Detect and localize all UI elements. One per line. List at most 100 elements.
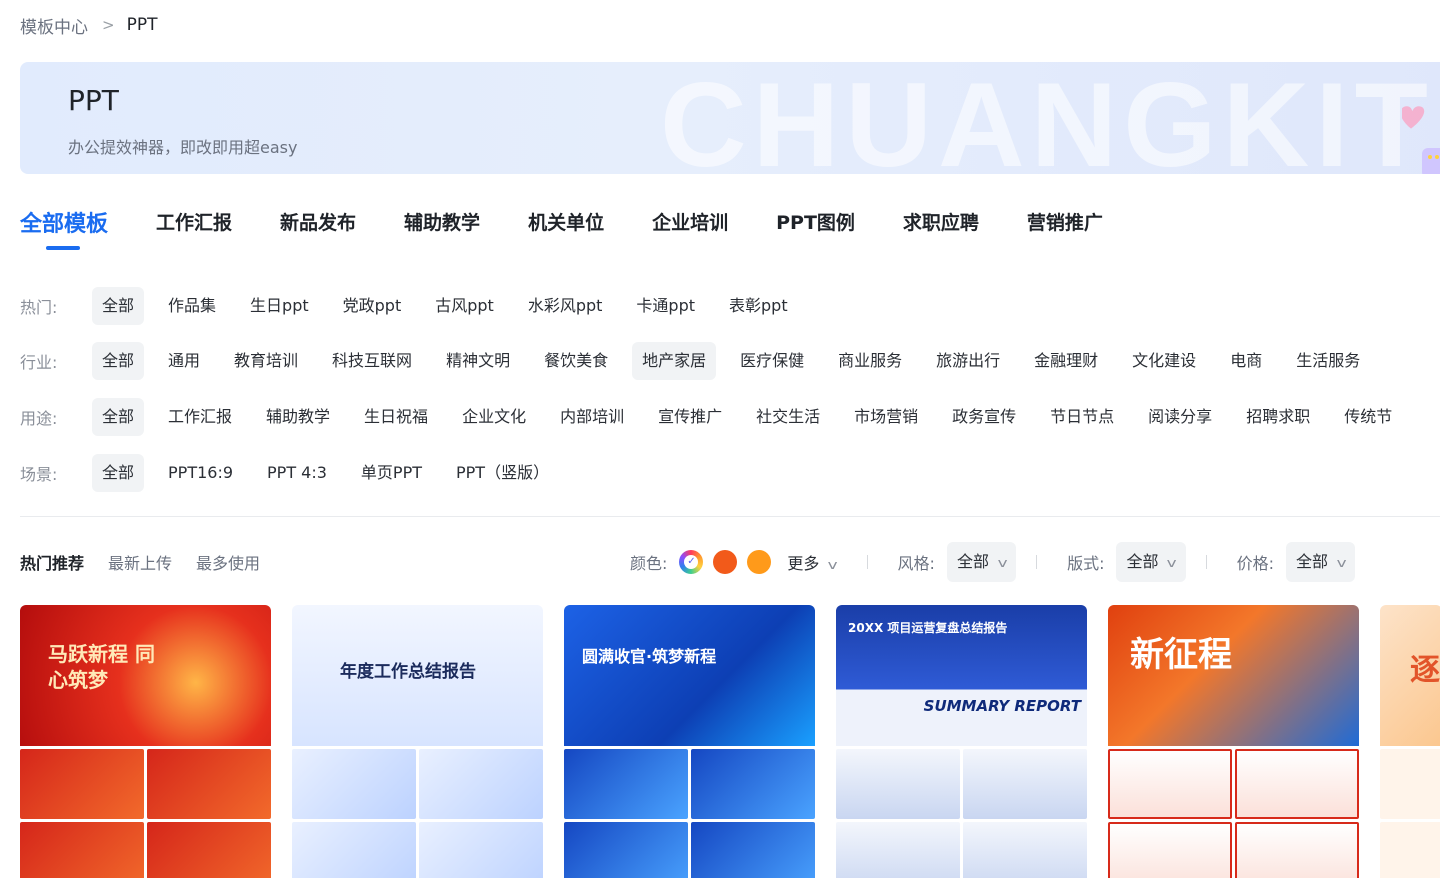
filter-chip-industry[interactable]: 全部 — [92, 342, 145, 380]
filter-chip-usage[interactable]: 辅助教学 — [256, 398, 340, 436]
price-dropdown[interactable]: 全部 v — [1286, 542, 1356, 582]
category-tabs: 全部模板 工作汇报 新品发布 辅助教学 机关单位 企业培训 PPT图例 求职应聘 营销推广 — [20, 206, 1151, 256]
toolbar-divider — [866, 555, 868, 569]
filter-chip-scene[interactable]: 单页PPT — [351, 454, 432, 492]
breadcrumb-current: PPT — [126, 15, 158, 35]
heart-illustration-icon — [1402, 106, 1440, 174]
template-page-preview — [147, 822, 271, 878]
style-label: 风格: — [897, 554, 935, 573]
tab-category[interactable]: 辅助教学 — [404, 206, 480, 235]
sort-tabs: 热门推荐 最新上传 最多使用 — [20, 548, 284, 576]
template-page-preview — [564, 822, 688, 878]
filter-chip-industry[interactable]: 教育培训 — [224, 342, 308, 380]
template-card[interactable]: 马跃新程 同心筑梦 — [20, 605, 271, 878]
breadcrumb-link-template-center[interactable]: 模板中心 — [20, 13, 88, 38]
filter-chip-hot[interactable]: 卡通ppt — [626, 287, 705, 325]
filter-chip-usage[interactable]: 政务宣传 — [942, 398, 1026, 436]
filter-chip-industry[interactable]: 餐饮美食 — [534, 342, 618, 380]
tab-category[interactable]: 工作汇报 — [156, 206, 232, 235]
template-title: 新征程 — [1130, 635, 1232, 675]
template-page-preview — [20, 749, 144, 819]
filter-chip-industry[interactable]: 电商 — [1220, 342, 1272, 380]
filter-row-industry: 行业: 全部 通用 教育培训 科技互联网 精神文明 餐饮美食 地产家居 医疗保健 商业服务 旅游出行… — [20, 341, 1384, 381]
tab-category[interactable]: PPT图例 — [776, 206, 855, 235]
filter-chip-hot[interactable]: 党政ppt — [333, 287, 412, 325]
tab-category[interactable]: 机关单位 — [528, 206, 604, 235]
tab-category[interactable]: 营销推广 — [1027, 206, 1103, 235]
template-page-preview — [20, 822, 144, 878]
filter-chip-usage[interactable]: 市场营销 — [844, 398, 928, 436]
filter-chip-industry[interactable]: 文化建设 — [1122, 342, 1206, 380]
sort-tab[interactable]: 最新上传 — [108, 550, 172, 574]
filter-chip-scene[interactable]: 全部 — [92, 454, 145, 492]
filter-chip-hot[interactable]: 生日ppt — [240, 287, 319, 325]
chevron-down-icon: v — [1167, 556, 1178, 570]
filter-chip-usage[interactable]: 宣传推广 — [648, 398, 732, 436]
template-page-preview — [836, 749, 960, 819]
color-swatch-all[interactable]: ✓ — [679, 550, 704, 574]
template-pages — [564, 746, 815, 878]
template-page-preview — [1380, 822, 1440, 878]
filter-chip-industry[interactable]: 科技互联网 — [322, 342, 422, 380]
tab-category[interactable]: 求职应聘 — [903, 206, 979, 235]
filter-chip-usage[interactable]: 工作汇报 — [158, 398, 242, 436]
template-card[interactable]: 逐 — [1380, 605, 1440, 878]
template-card[interactable]: 20XX 项目运营复盘总结报告 SUMMARY REPORT — [836, 605, 1087, 878]
filter-chip-scene[interactable]: PPT（竖版） — [446, 454, 559, 492]
style-dropdown-value: 全部 — [956, 552, 989, 571]
filter-chip-industry[interactable]: 生活服务 — [1286, 342, 1370, 380]
filter-chip-usage[interactable]: 节日节点 — [1040, 398, 1124, 436]
template-title: 逐 — [1410, 653, 1440, 688]
template-page-preview — [836, 822, 960, 878]
filter-row-usage: 用途: 全部 工作汇报 辅助教学 生日祝福 企业文化 内部培训 宣传推广 社交生活 市场营销 政务宣… — [20, 397, 1416, 437]
filter-row-hot: 热门: 全部 作品集 生日ppt 党政ppt 古风ppt 水彩风ppt 卡通ppt 表彰ppt — [20, 286, 812, 326]
tab-category[interactable]: 企业培训 — [652, 206, 728, 235]
filter-chip-usage[interactable]: 传统节 — [1334, 398, 1402, 436]
more-colors-button[interactable]: 更多 v — [787, 550, 838, 574]
filter-toolbar: 颜色: ✓ 更多 v 风格: 全部 v 版式: 全部 v 价格: 全部 v — [630, 542, 1375, 582]
breadcrumb: 模板中心 > PPT — [20, 12, 157, 38]
template-card[interactable]: 新征程 — [1108, 605, 1359, 878]
template-page-preview — [691, 749, 815, 819]
filter-chip-usage[interactable]: 全部 — [92, 398, 145, 436]
filter-chip-hot[interactable]: 古风ppt — [425, 287, 504, 325]
filter-chip-usage[interactable]: 内部培训 — [550, 398, 634, 436]
template-card[interactable]: 圆满收官·筑梦新程 — [564, 605, 815, 878]
template-card[interactable]: 年度工作总结报告 — [292, 605, 543, 878]
filter-chip-industry[interactable]: 金融理财 — [1024, 342, 1108, 380]
tab-category[interactable]: 新品发布 — [280, 206, 356, 235]
sort-tab[interactable]: 最多使用 — [196, 550, 260, 574]
filter-chip-hot[interactable]: 水彩风ppt — [518, 287, 613, 325]
filter-label-scene: 场景: — [20, 465, 58, 484]
tab-all-templates[interactable]: 全部模板 — [20, 206, 108, 250]
color-swatch-orange[interactable] — [747, 550, 772, 574]
filter-row-scene: 场景: 全部 PPT16:9 PPT 4:3 单页PPT PPT（竖版） — [20, 453, 573, 493]
filter-chip-hot[interactable]: 全部 — [92, 287, 145, 325]
filter-chip-industry[interactable]: 通用 — [158, 342, 210, 380]
filter-chip-usage[interactable]: 招聘求职 — [1236, 398, 1320, 436]
template-page-preview — [419, 822, 543, 878]
template-thumbnail: 20XX 项目运营复盘总结报告 SUMMARY REPORT — [836, 605, 1087, 746]
filter-chip-hot[interactable]: 作品集 — [158, 287, 226, 325]
color-swatch-red[interactable] — [713, 550, 738, 574]
template-page-preview — [963, 749, 1087, 819]
layout-dropdown-value: 全部 — [1126, 552, 1159, 571]
filter-chip-usage[interactable]: 企业文化 — [452, 398, 536, 436]
filter-chip-industry[interactable]: 商业服务 — [828, 342, 912, 380]
filter-label-hot: 热门: — [20, 298, 58, 317]
filter-chip-industry[interactable]: 地产家居 — [632, 342, 717, 380]
filter-chip-usage[interactable]: 生日祝福 — [354, 398, 438, 436]
filter-chip-hot[interactable]: 表彰ppt — [719, 287, 798, 325]
sort-tab[interactable]: 热门推荐 — [20, 550, 84, 574]
filter-chip-industry[interactable]: 旅游出行 — [926, 342, 1010, 380]
toolbar-divider — [1205, 555, 1207, 569]
style-dropdown[interactable]: 全部 v — [946, 542, 1017, 582]
filter-chip-scene[interactable]: PPT 4:3 — [257, 454, 337, 492]
template-title: 20XX 项目运营复盘总结报告 — [848, 621, 1008, 635]
filter-chip-scene[interactable]: PPT16:9 — [158, 454, 243, 492]
layout-dropdown[interactable]: 全部 v — [1116, 542, 1186, 582]
filter-chip-usage[interactable]: 社交生活 — [746, 398, 830, 436]
filter-chip-industry[interactable]: 医疗保健 — [730, 342, 814, 380]
filter-chip-usage[interactable]: 阅读分享 — [1138, 398, 1222, 436]
filter-chip-industry[interactable]: 精神文明 — [436, 342, 520, 380]
